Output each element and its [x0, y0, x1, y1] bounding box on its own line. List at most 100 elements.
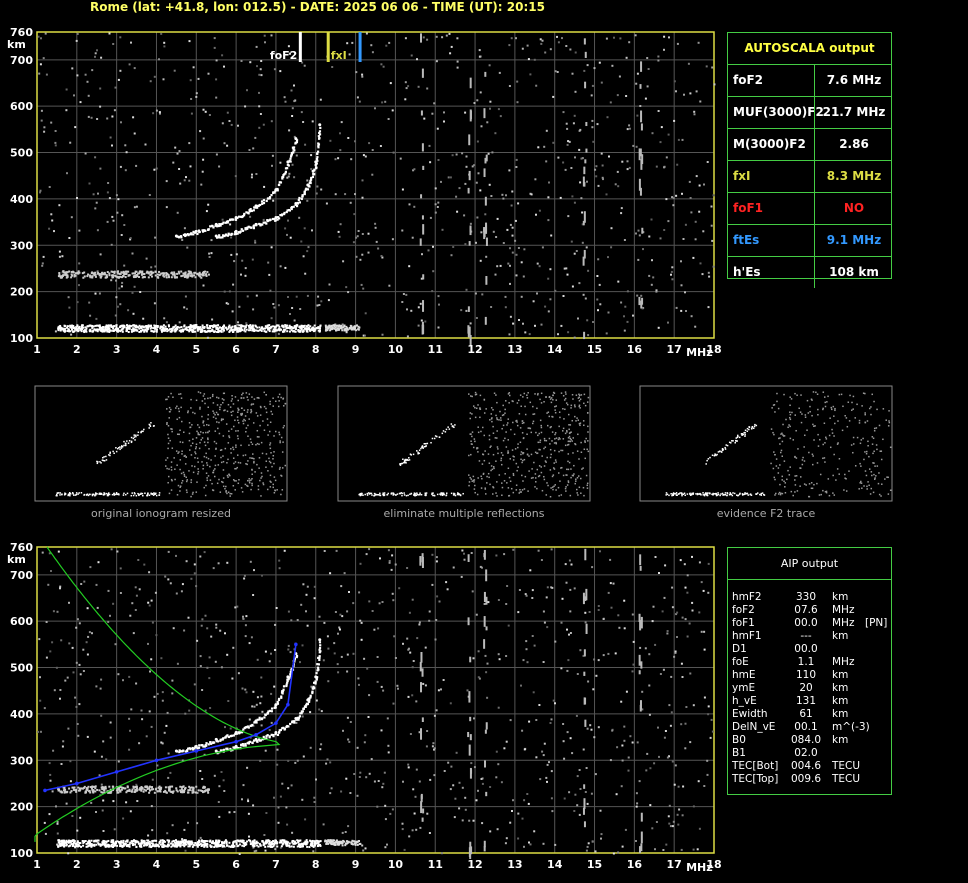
aip-noise	[333, 652, 336, 655]
main-noise	[303, 227, 306, 230]
thumb-noise	[190, 407, 192, 409]
main-noise	[554, 70, 557, 73]
aip-e-trace	[280, 845, 283, 848]
aip-noise	[180, 590, 183, 593]
main-noise	[504, 306, 507, 309]
aip-e-trace	[223, 845, 226, 848]
main-noise	[547, 310, 550, 313]
main-noise	[119, 69, 122, 72]
aip-multi-trace	[150, 788, 153, 791]
aip-es-trace	[356, 840, 359, 843]
main-noise	[223, 290, 226, 293]
main-noise	[571, 72, 574, 75]
main-f2-point	[254, 204, 258, 208]
aip-f2-point	[294, 717, 298, 721]
main-noise	[165, 321, 168, 324]
aip-noise	[550, 718, 553, 721]
aip-noise	[313, 796, 316, 799]
aip-noise	[183, 828, 186, 831]
aip-noise	[296, 759, 299, 762]
aip-noise	[150, 658, 153, 661]
aip-noise	[243, 577, 246, 580]
aip-noise	[560, 621, 563, 624]
main-noise	[106, 117, 109, 120]
aip-noise	[546, 586, 549, 589]
aip-noise	[218, 815, 221, 818]
aip-f2-trace-0	[222, 737, 225, 740]
aip-noise	[455, 751, 458, 754]
aip-multi-trace	[79, 788, 82, 791]
main-noise	[574, 156, 576, 159]
thumb-noise	[207, 437, 209, 439]
main-noise	[698, 184, 701, 187]
aip-noise	[301, 798, 304, 801]
main-noise	[42, 255, 45, 258]
main-e-trace	[77, 330, 80, 333]
aip-noise	[155, 634, 158, 637]
aip-noise	[264, 849, 267, 852]
main-noise	[706, 161, 709, 163]
main-noise	[676, 163, 679, 166]
thumb-noise	[180, 406, 182, 409]
main-noise	[165, 180, 168, 183]
main-e-trace	[89, 330, 92, 333]
aip-noise	[549, 722, 552, 724]
main-noise	[620, 212, 623, 215]
aip-e-trace	[290, 845, 293, 848]
aip-noise	[392, 702, 395, 705]
main-e-trace	[126, 324, 129, 327]
main-noise	[594, 168, 597, 171]
main-noise	[574, 90, 577, 93]
aip-x-tick: 4	[153, 858, 161, 871]
aip-noise	[217, 801, 220, 803]
aip-streak	[467, 554, 470, 562]
main-x-tick: 10	[388, 343, 404, 356]
main-e-trace	[146, 327, 149, 330]
main-e-trace	[138, 330, 141, 333]
marker-fof2-label: foF2	[270, 49, 298, 62]
thumb-noise	[250, 403, 253, 405]
thumb-noise	[167, 437, 170, 439]
aip-noise	[334, 611, 337, 613]
main-noise	[547, 196, 550, 199]
aip-noise	[352, 652, 355, 655]
main-e-trace	[183, 324, 186, 327]
aip-noise	[686, 591, 689, 594]
aip-noise	[264, 749, 267, 752]
main-noise	[210, 252, 213, 255]
aip-noise	[336, 663, 339, 666]
main-noise	[475, 181, 478, 184]
main-noise	[521, 47, 524, 50]
aip-e-trace	[319, 840, 322, 843]
aip-noise	[654, 556, 657, 558]
aip-noise	[571, 752, 574, 755]
aip-noise	[406, 637, 409, 640]
main-noise	[279, 70, 282, 73]
main-e-trace	[73, 330, 76, 333]
main-noise	[465, 165, 468, 168]
thumb-noise	[273, 462, 275, 465]
aip-e-trace	[139, 842, 142, 845]
thumb-noise	[278, 431, 280, 434]
aip-noise	[283, 549, 286, 552]
main-noise	[587, 334, 590, 337]
aip-noise	[680, 848, 683, 851]
main-noise	[670, 273, 672, 276]
main-e-trace	[83, 329, 86, 332]
aip-multi-trace	[189, 786, 192, 789]
aip-e-trace	[217, 839, 220, 842]
main-noise	[480, 231, 483, 234]
main-noise	[113, 109, 116, 112]
main-noise	[701, 273, 704, 276]
main-noise	[88, 301, 91, 304]
marker-fxi-label: fxI	[331, 49, 347, 62]
main-multi-trace	[119, 272, 122, 275]
aip-multi-trace	[199, 789, 202, 792]
main-noise	[461, 152, 464, 155]
main-y-tick: 300	[10, 239, 33, 252]
aip-e-trace	[225, 844, 228, 847]
main-noise	[226, 111, 229, 114]
thumb-noise	[185, 489, 188, 491]
aip-e-trace	[179, 840, 182, 843]
aip-noise	[245, 691, 248, 694]
